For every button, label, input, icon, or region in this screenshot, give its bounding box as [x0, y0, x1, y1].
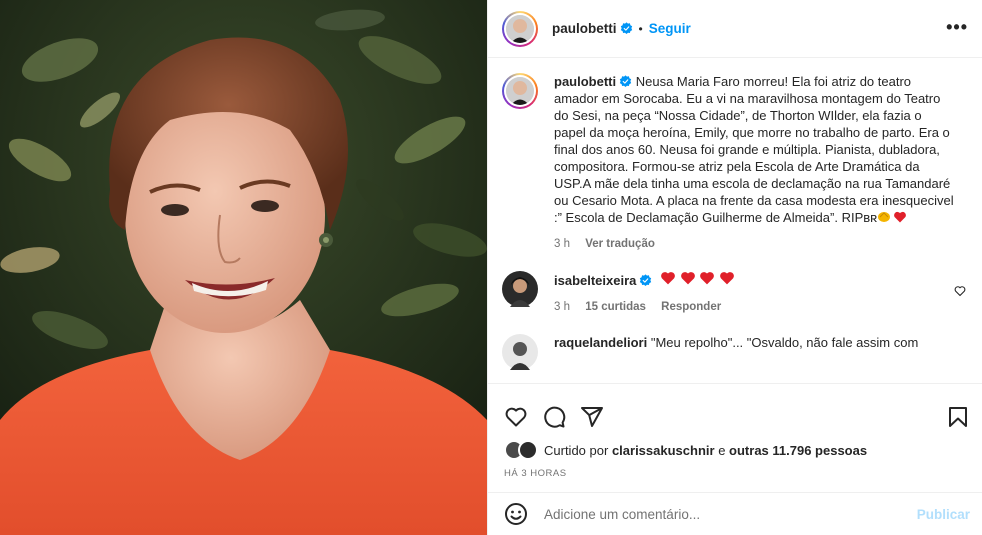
post-timestamp[interactable]: HÁ 3 HORAS — [488, 460, 982, 479]
likes-others[interactable]: outras 11.796 pessoas — [729, 443, 867, 458]
comment-time: 3 h — [554, 301, 570, 313]
post-photo[interactable] — [0, 0, 487, 535]
heart-icon[interactable] — [504, 405, 528, 429]
comment-likes-count[interactable]: 15 curtidas — [585, 301, 646, 313]
heart-emoji — [700, 272, 715, 285]
follow-button[interactable]: Seguir — [649, 21, 691, 36]
post-details-panel: paulobetti • Seguir ••• paulobetti Neusa… — [487, 0, 982, 535]
publish-button[interactable]: Publicar — [917, 507, 970, 522]
comment-meta: 3 h 15 curtidas Responder — [554, 299, 954, 316]
author-avatar-image — [506, 14, 534, 43]
caption-meta: 3 h Ver tradução — [554, 236, 954, 253]
comment-hearts — [660, 272, 735, 288]
likes-middle: e — [718, 442, 726, 458]
action-icons-row — [488, 384, 982, 436]
verified-badge-icon — [619, 75, 632, 88]
comments-list[interactable]: paulobetti Neusa Maria Faro morreu! Ela … — [488, 59, 982, 382]
translate-link[interactable]: Ver tradução — [585, 238, 655, 250]
woman-portrait-image — [0, 0, 487, 535]
caption-avatar-image — [506, 77, 534, 105]
bookmark-icon[interactable] — [946, 405, 970, 429]
caption-body: paulobetti Neusa Maria Faro morreu! Ela … — [554, 73, 954, 253]
header-separator: • — [638, 21, 643, 36]
comment-username[interactable]: isabelteixeira — [554, 273, 636, 288]
heart-emoji — [680, 272, 695, 285]
instagram-post-modal: paulobetti • Seguir ••• paulobetti Neusa… — [0, 0, 982, 535]
commenter-avatar-image — [502, 271, 538, 307]
commenter-avatar[interactable] — [502, 271, 538, 307]
caption-text: Neusa Maria Faro morreu! Ela foi atriz d… — [554, 74, 954, 225]
post-actions: Curtido por clarissakuschnir e outras 11… — [488, 383, 982, 493]
heart-emoji — [720, 272, 734, 285]
verified-badge-icon — [620, 22, 632, 35]
comment-item: raquelandeliori "Meu repolho"... "Osvald… — [502, 334, 968, 370]
comment-composer: Publicar — [488, 492, 982, 535]
likes-prefix: Curtido por — [544, 442, 609, 458]
commenter-avatar[interactable] — [502, 334, 538, 370]
comment-item: isabelteixeira 3 h 15 curtidas Responder — [502, 271, 968, 316]
comment-input[interactable] — [544, 506, 917, 522]
caption-time: 3 h — [554, 238, 570, 250]
comment-icon[interactable] — [542, 405, 566, 429]
author-avatar[interactable] — [502, 10, 538, 47]
liker-username[interactable]: clarissakuschnir — [612, 443, 715, 458]
author-username[interactable]: paulobetti — [552, 21, 617, 36]
heart-emoji — [661, 272, 675, 285]
caption-username[interactable]: paulobetti — [554, 74, 616, 89]
comment-body: isabelteixeira 3 h 15 curtidas Responder — [554, 271, 954, 316]
reply-button[interactable]: Responder — [661, 301, 721, 313]
likers-avatars[interactable] — [504, 440, 540, 460]
likes-row: Curtido por clarissakuschnir e outras 11… — [488, 436, 982, 460]
verified-badge-icon — [640, 274, 652, 287]
heart-emoji — [893, 210, 907, 223]
caption-author-avatar[interactable] — [502, 73, 538, 109]
post-header: paulobetti • Seguir ••• — [488, 0, 982, 58]
more-options-icon[interactable]: ••• — [946, 18, 968, 36]
emoji-icon[interactable] — [504, 502, 528, 526]
comment-text: "Meu repolho"... "Osvaldo, não fale assi… — [650, 335, 919, 350]
comment-username[interactable]: raquelandeliori — [554, 335, 647, 350]
caption-comment: paulobetti Neusa Maria Faro morreu! Ela … — [502, 73, 968, 253]
likes-text: Curtido por clarissakuschnir e outras 11… — [544, 443, 867, 458]
liker-avatar — [518, 440, 538, 460]
clapping-hands-emoji — [877, 210, 891, 222]
comment-body: raquelandeliori "Meu repolho"... "Osvald… — [554, 334, 954, 370]
small-heart-icon[interactable] — [954, 285, 966, 297]
share-icon[interactable] — [580, 405, 604, 429]
commenter-avatar-image — [502, 334, 538, 370]
